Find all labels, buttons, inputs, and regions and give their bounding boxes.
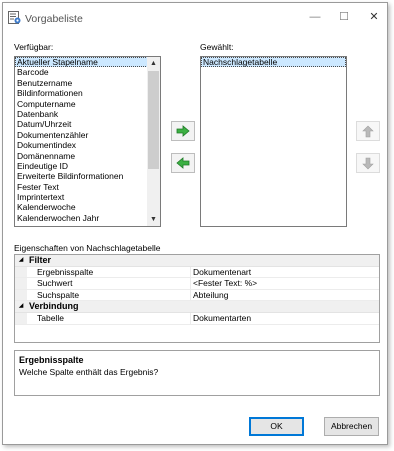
property-name: Suchspalte — [37, 289, 80, 300]
property-value[interactable]: Abteilung — [193, 290, 228, 302]
list-item[interactable]: Computername — [15, 99, 160, 109]
selected-listbox[interactable]: Nachschlagetabelle — [200, 56, 347, 227]
title-bar: Vorgabeliste — ☐ ✕ — [3, 3, 387, 32]
list-item[interactable]: Eindeutige ID — [15, 161, 160, 171]
dialog-window: Vorgabeliste — ☐ ✕ Verfügbar: Aktueller … — [2, 2, 388, 445]
property-row-tabelle[interactable]: Tabelle Dokumentarten — [15, 312, 379, 325]
list-item[interactable]: Barcode — [15, 67, 160, 77]
maximize-button[interactable]: ☐ — [333, 7, 355, 27]
property-name: Ergebnisspalte — [37, 266, 94, 277]
property-value[interactable]: <Fester Text: %> — [193, 278, 257, 290]
arrow-right-icon — [176, 125, 190, 137]
close-button[interactable]: ✕ — [363, 7, 385, 27]
list-item[interactable]: Datum/Uhrzeit — [15, 119, 160, 129]
list-item[interactable]: Erweiterte Bildinformationen — [15, 171, 160, 181]
list-item[interactable]: Dokumentindex — [15, 140, 160, 150]
collapse-icon[interactable]: ◢ — [15, 301, 27, 312]
list-item[interactable]: Bildinformationen — [15, 88, 160, 98]
list-item[interactable]: Benutzername — [15, 78, 160, 88]
selected-label: Gewählt: — [200, 42, 234, 52]
category-name: Verbindung — [29, 301, 79, 312]
scroll-up-icon[interactable]: ▲ — [147, 57, 160, 70]
collapse-icon[interactable]: ◢ — [15, 255, 27, 266]
scroll-thumb[interactable] — [148, 71, 159, 169]
category-filter[interactable]: ◢ Filter — [15, 255, 379, 267]
property-value[interactable]: Dokumentenart — [193, 267, 251, 279]
minimize-button[interactable]: — — [304, 7, 326, 27]
list-item[interactable]: Aktueller Stapelname — [15, 57, 160, 68]
arrow-up-icon — [362, 125, 374, 137]
property-value[interactable]: Dokumentarten — [193, 313, 251, 325]
arrow-left-icon — [176, 157, 190, 169]
move-down-button[interactable] — [356, 153, 380, 173]
category-name: Filter — [29, 255, 52, 265]
property-name: Suchwert — [37, 278, 73, 289]
remove-button[interactable] — [171, 153, 195, 173]
category-verbindung[interactable]: ◢ Verbindung — [15, 301, 379, 313]
ok-button[interactable]: OK — [249, 417, 304, 436]
list-item[interactable]: Domänenname — [15, 151, 160, 161]
available-scrollbar[interactable]: ▲ ▼ — [147, 57, 160, 226]
scroll-down-icon[interactable]: ▼ — [147, 213, 160, 226]
description-text: Welche Spalte enthält das Ergebnis? — [19, 367, 159, 377]
property-name: Tabelle — [37, 312, 64, 323]
available-items: Aktueller Stapelname Barcode Benutzername B… — [15, 57, 160, 223]
list-item[interactable]: Fester Text — [15, 182, 160, 192]
list-item[interactable]: Nachschlagetabelle — [201, 57, 346, 68]
list-item[interactable]: Imprintertext — [15, 192, 160, 202]
move-up-button[interactable] — [356, 121, 380, 141]
list-item[interactable]: Datenbank — [15, 109, 160, 119]
list-item[interactable]: Kalenderwoche — [15, 202, 160, 212]
available-label: Verfügbar: — [14, 42, 54, 52]
available-listbox[interactable]: Aktueller Stapelname Barcode Benutzername B… — [14, 56, 161, 227]
selected-items: Nachschlagetabelle — [201, 57, 346, 68]
cancel-button[interactable]: Abbrechen — [324, 417, 379, 436]
window-title: Vorgabeliste — [25, 13, 83, 25]
arrow-down-icon — [362, 157, 374, 169]
list-item[interactable]: Dokumentenzähler — [15, 130, 160, 140]
list-item[interactable]: Kalenderwochen Jahr — [15, 213, 160, 223]
property-grid[interactable]: ◢ Filter Ergebnisspalte Dokumentenart Su… — [14, 254, 380, 343]
description-title: Ergebnisspalte — [19, 355, 84, 365]
property-row-suchspalte[interactable]: Suchspalte Abteilung — [15, 289, 379, 302]
property-row-suchwert[interactable]: Suchwert <Fester Text: %> — [15, 278, 379, 290]
properties-label: Eigenschaften von Nachschlagetabelle — [14, 243, 161, 253]
add-button[interactable] — [171, 121, 195, 141]
list-settings-icon — [8, 11, 21, 24]
property-row-ergebnisspalte[interactable]: Ergebnisspalte Dokumentenart — [15, 266, 379, 279]
description-panel: Ergebnisspalte Welche Spalte enthält das… — [14, 350, 380, 396]
